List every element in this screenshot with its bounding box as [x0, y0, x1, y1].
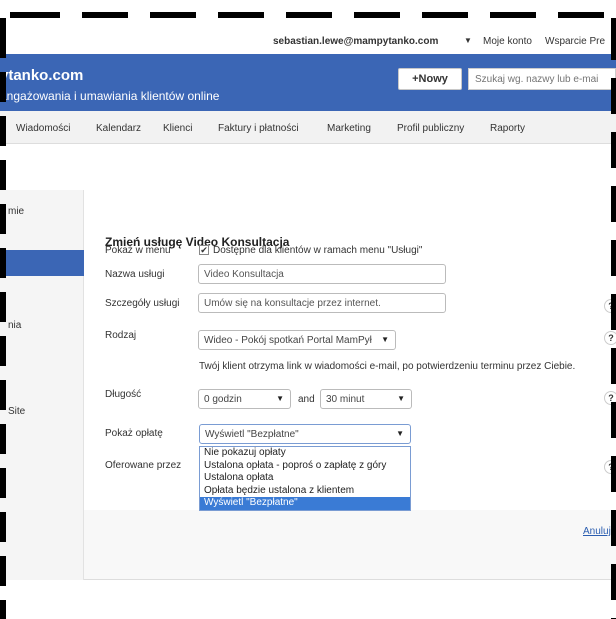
type-label: Rodzaj	[105, 330, 137, 341]
brand-logo[interactable]: ytanko.com	[0, 67, 83, 84]
my-account-link[interactable]: Moje konto	[483, 36, 532, 47]
user-bar: sebastian.lewe@mampytanko.com ▼ Moje kon…	[0, 28, 616, 54]
sidebar: mie nia Site	[0, 190, 84, 580]
type-info-text: Twój klient otrzyma link w wiadomości e-…	[199, 361, 576, 372]
form-footer	[84, 510, 616, 580]
show-in-menu-checkbox[interactable]: ✔	[199, 245, 209, 255]
select-arrow-icon: ▼	[381, 335, 389, 344]
nav-item-invoices[interactable]: Faktury i płatności	[218, 123, 299, 134]
caret-down-icon[interactable]: ▼	[464, 36, 472, 45]
nav-item-calendar[interactable]: Kalendarz	[96, 123, 141, 134]
service-name-input[interactable]: Video Konsultacja	[198, 264, 446, 284]
and-text: and	[298, 394, 315, 405]
select-arrow-icon: ▼	[396, 429, 404, 438]
fee-option[interactable]: Ustalona opłata - poproś o zapłatę z gór…	[200, 460, 410, 473]
type-select[interactable]: Wideo - Pokój spotkań Portal MamPył ▼	[198, 330, 396, 350]
service-details-input[interactable]: Umów się na konsultacje przez internet.	[198, 293, 446, 313]
sidebar-item-2[interactable]: nia	[8, 320, 21, 331]
sidebar-item-1[interactable]: mie	[8, 206, 24, 217]
brand-tagline: angażowania i umawiania klientów online	[0, 89, 220, 103]
cancel-link[interactable]: Anuluj	[583, 526, 611, 537]
duration-label: Długość	[105, 389, 142, 400]
hours-select-value: 0 godzin	[204, 394, 242, 405]
search-input[interactable]	[468, 68, 616, 90]
main-nav: Wiadomości Kalendarz Klienci Faktury i p…	[0, 111, 616, 144]
fee-label: Pokaż opłatę	[105, 428, 163, 439]
offered-by-label: Oferowane przez	[105, 460, 182, 471]
fee-option[interactable]: Opłata będzie ustalona z klientem	[200, 485, 410, 498]
new-button[interactable]: +Nowy	[398, 68, 462, 90]
nav-item-clients[interactable]: Klienci	[163, 123, 192, 134]
nav-item-marketing[interactable]: Marketing	[327, 123, 371, 134]
sidebar-item-active[interactable]	[0, 250, 84, 276]
nav-item-messages[interactable]: Wiadomości	[16, 123, 70, 134]
select-arrow-icon: ▼	[397, 394, 405, 403]
border-artifact-right	[611, 18, 616, 619]
show-in-menu-text: Dostępne dla klientów w ramach menu "Usł…	[213, 245, 423, 256]
type-select-value: Wideo - Pokój spotkań Portal MamPył	[204, 335, 372, 346]
show-in-menu-label: Pokaż w menu	[105, 245, 171, 256]
service-details-label: Szczegóły usługi	[105, 298, 180, 309]
fee-select[interactable]: Wyświetl "Bezpłatne" ▼	[199, 424, 411, 444]
minutes-select-value: 30 minut	[326, 394, 365, 405]
user-email-menu[interactable]: sebastian.lewe@mampytanko.com	[273, 36, 438, 47]
minutes-select[interactable]: 30 minut ▼	[320, 389, 412, 409]
nav-item-public-profile[interactable]: Profil publiczny	[397, 123, 464, 134]
app-header: ytanko.com angażowania i umawiania klien…	[0, 54, 616, 111]
hours-select[interactable]: 0 godzin ▼	[198, 389, 291, 409]
fee-option[interactable]: Nie pokazuj opłaty	[200, 447, 410, 460]
nav-item-reports[interactable]: Raporty	[490, 123, 525, 134]
fee-option-selected[interactable]: Wyświetl "Bezpłatne"	[200, 497, 410, 510]
border-artifact-top	[0, 12, 616, 18]
select-arrow-icon: ▼	[276, 394, 284, 403]
fee-dropdown-list: Nie pokazuj opłaty Ustalona opłata - pop…	[199, 446, 411, 511]
sidebar-item-3[interactable]: Site	[8, 406, 25, 417]
border-artifact-left	[0, 18, 6, 619]
fee-select-value: Wyświetl "Bezpłatne"	[205, 429, 299, 440]
service-name-label: Nazwa usługi	[105, 269, 165, 280]
support-link[interactable]: Wsparcie Pre	[545, 36, 605, 47]
fee-option[interactable]: Ustalona opłata	[200, 472, 410, 485]
